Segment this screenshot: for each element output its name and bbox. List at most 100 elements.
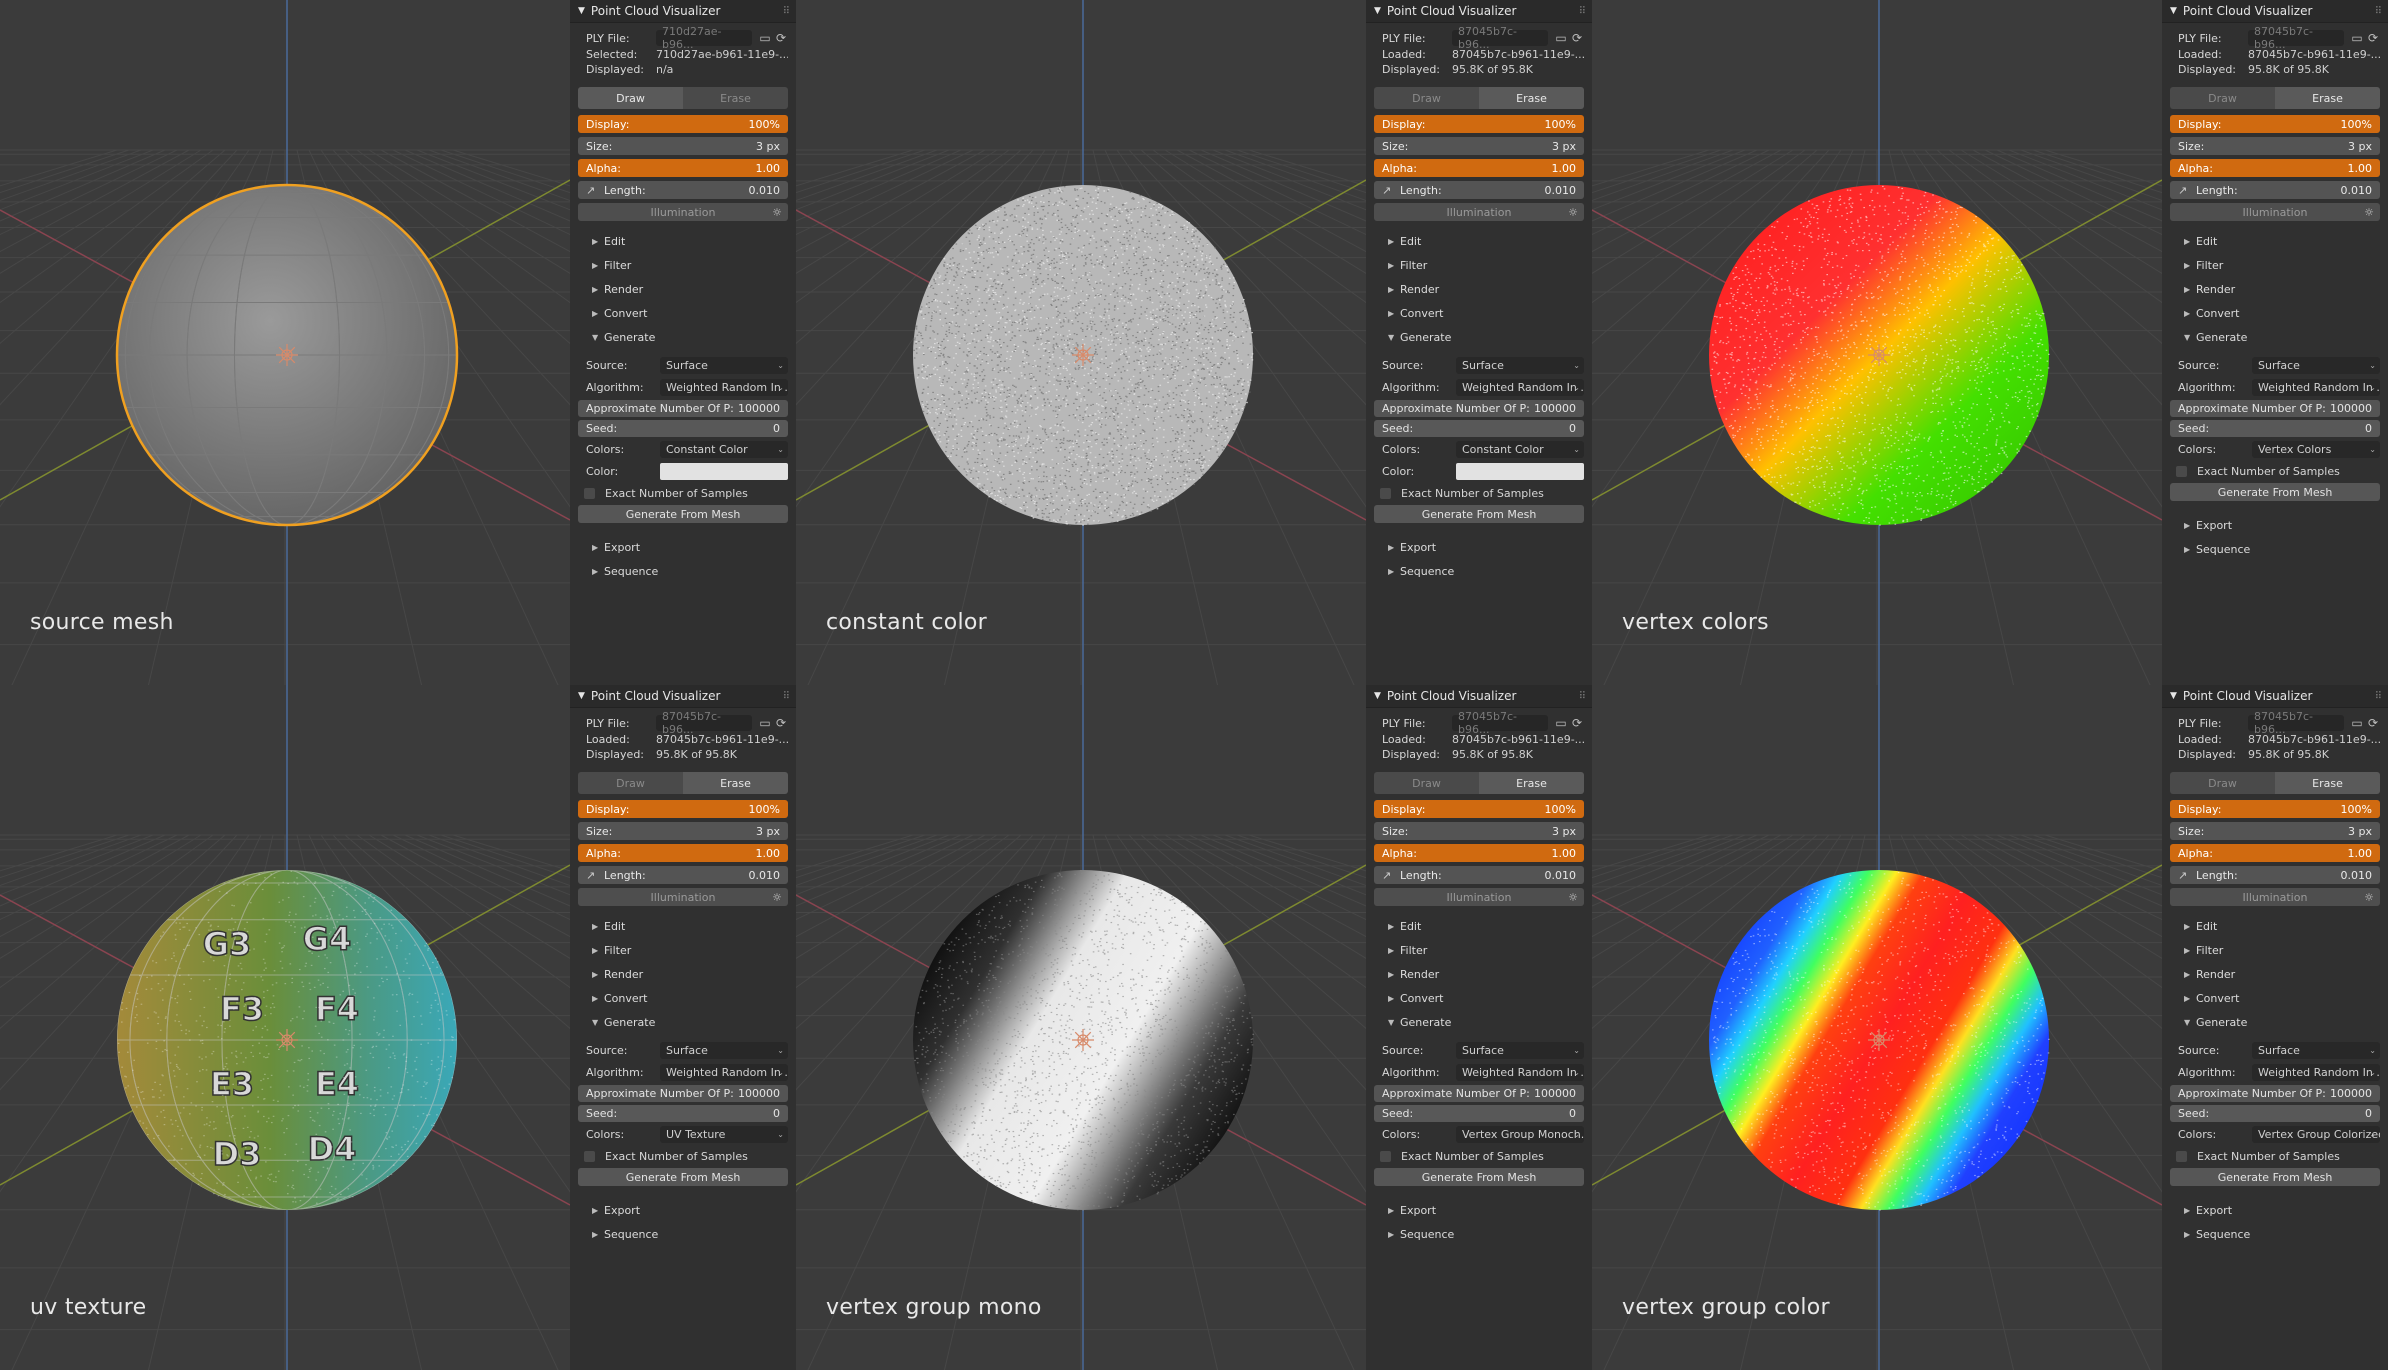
display-slider[interactable]: Display: 100% <box>1374 115 1584 133</box>
section-sequence[interactable]: ▶ Sequence <box>578 559 788 583</box>
colors-dropdown[interactable]: Vertex Group Monoch... ⌄ <box>1456 1125 1584 1143</box>
exact-samples-checkbox[interactable]: Exact Number of Samples <box>578 483 788 503</box>
generate-from-mesh-button[interactable]: Generate From Mesh <box>578 1168 788 1186</box>
algorithm-dropdown[interactable]: Weighted Random In ... ⌄ <box>1456 1063 1584 1081</box>
approx-number-field[interactable]: Approximate Number Of P: 100000 <box>578 400 788 417</box>
algorithm-dropdown[interactable]: Weighted Random In ... ⌄ <box>660 1063 788 1081</box>
section-generate[interactable]: ▼ Generate <box>1374 1010 1584 1034</box>
color-swatch[interactable] <box>660 462 788 480</box>
checkbox-box[interactable] <box>2176 1150 2187 1162</box>
folder-icon[interactable]: ▭ <box>1554 716 1568 730</box>
source-dropdown[interactable]: Surface ⌄ <box>2252 1041 2380 1059</box>
viewport-3d[interactable]: vertex group mono <box>796 685 1366 1370</box>
reload-icon[interactable]: ⟳ <box>774 716 788 730</box>
checkbox-box[interactable] <box>1380 487 1391 499</box>
tab-draw[interactable]: Draw <box>1374 87 1479 109</box>
section-generate[interactable]: ▼ Generate <box>2170 1010 2380 1034</box>
tab-erase[interactable]: Erase <box>2275 772 2380 794</box>
section-sequence[interactable]: ▶ Sequence <box>578 1222 788 1246</box>
source-dropdown[interactable]: Surface ⌄ <box>660 1041 788 1059</box>
reload-icon[interactable]: ⟳ <box>774 31 788 45</box>
length-slider[interactable]: ↗ Length: 0.010 <box>578 866 788 884</box>
drag-grip-icon[interactable]: ⠿ <box>2375 691 2382 702</box>
source-dropdown[interactable]: Surface ⌄ <box>1456 1041 1584 1059</box>
section-edit[interactable]: ▶ Edit <box>578 914 788 938</box>
illumination-toggle[interactable]: Illumination ☼ <box>1374 888 1584 906</box>
section-filter[interactable]: ▶ Filter <box>578 938 788 962</box>
light-icon[interactable]: ☼ <box>772 206 782 219</box>
seed-field[interactable]: Seed: 0 <box>578 1105 788 1122</box>
section-export[interactable]: ▶ Export <box>1374 535 1584 559</box>
seed-field[interactable]: Seed: 0 <box>578 420 788 437</box>
section-export[interactable]: ▶ Export <box>2170 513 2380 537</box>
display-slider[interactable]: Display: 100% <box>578 115 788 133</box>
section-export[interactable]: ▶ Export <box>1374 1198 1584 1222</box>
tab-erase[interactable]: Erase <box>2275 87 2380 109</box>
length-slider[interactable]: ↗ Length: 0.010 <box>2170 866 2380 884</box>
alpha-slider[interactable]: Alpha: 1.00 <box>578 159 788 177</box>
generate-from-mesh-button[interactable]: Generate From Mesh <box>578 505 788 523</box>
section-convert[interactable]: ▶ Convert <box>2170 986 2380 1010</box>
approx-number-field[interactable]: Approximate Number Of P: 100000 <box>2170 1085 2380 1102</box>
panel-header[interactable]: ▼ Point Cloud Visualizer ⠿ <box>2162 685 2388 708</box>
section-filter[interactable]: ▶ Filter <box>2170 253 2380 277</box>
ply-file-field[interactable]: 710d27ae-b96... <box>656 25 752 51</box>
folder-icon[interactable]: ▭ <box>1554 31 1568 45</box>
illumination-toggle[interactable]: Illumination ☼ <box>578 203 788 221</box>
collapse-arrow-icon[interactable]: ▼ <box>1374 6 1381 16</box>
folder-icon[interactable]: ▭ <box>2350 716 2364 730</box>
section-render[interactable]: ▶ Render <box>578 962 788 986</box>
reload-icon[interactable]: ⟳ <box>1570 31 1584 45</box>
section-convert[interactable]: ▶ Convert <box>1374 301 1584 325</box>
alpha-slider[interactable]: Alpha: 1.00 <box>2170 159 2380 177</box>
light-icon[interactable]: ☼ <box>1568 206 1578 219</box>
reload-icon[interactable]: ⟳ <box>1570 716 1584 730</box>
panel-header[interactable]: ▼ Point Cloud Visualizer ⠿ <box>1366 685 1592 708</box>
light-icon[interactable]: ☼ <box>2364 891 2374 904</box>
size-slider[interactable]: Size: 3 px <box>2170 822 2380 840</box>
section-edit[interactable]: ▶ Edit <box>1374 914 1584 938</box>
section-render[interactable]: ▶ Render <box>2170 962 2380 986</box>
collapse-arrow-icon[interactable]: ▼ <box>578 691 585 701</box>
collapse-arrow-icon[interactable]: ▼ <box>2170 6 2177 16</box>
tab-erase[interactable]: Erase <box>1479 772 1584 794</box>
panel-header[interactable]: ▼ Point Cloud Visualizer ⠿ <box>570 0 796 23</box>
tab-draw[interactable]: Draw <box>2170 772 2275 794</box>
checkbox-box[interactable] <box>584 487 595 499</box>
section-render[interactable]: ▶ Render <box>2170 277 2380 301</box>
checkbox-box[interactable] <box>1380 1150 1391 1162</box>
checkbox-box[interactable] <box>584 1150 595 1162</box>
section-convert[interactable]: ▶ Convert <box>2170 301 2380 325</box>
section-filter[interactable]: ▶ Filter <box>2170 938 2380 962</box>
light-icon[interactable]: ☼ <box>772 891 782 904</box>
ply-file-field[interactable]: 87045b7c-b96... <box>656 710 752 736</box>
section-filter[interactable]: ▶ Filter <box>578 253 788 277</box>
exact-samples-checkbox[interactable]: Exact Number of Samples <box>578 1146 788 1166</box>
section-export[interactable]: ▶ Export <box>578 1198 788 1222</box>
illumination-toggle[interactable]: Illumination ☼ <box>2170 888 2380 906</box>
checkbox-box[interactable] <box>2176 465 2187 477</box>
display-slider[interactable]: Display: 100% <box>578 800 788 818</box>
illumination-toggle[interactable]: Illumination ☼ <box>1374 203 1584 221</box>
drag-grip-icon[interactable]: ⠿ <box>1579 691 1586 702</box>
illumination-toggle[interactable]: Illumination ☼ <box>2170 203 2380 221</box>
normals-toggle-icon[interactable]: ↗ <box>586 184 604 197</box>
section-render[interactable]: ▶ Render <box>578 277 788 301</box>
size-slider[interactable]: Size: 3 px <box>2170 137 2380 155</box>
colors-dropdown[interactable]: Vertex Colors ⌄ <box>2252 440 2380 458</box>
size-slider[interactable]: Size: 3 px <box>1374 822 1584 840</box>
reload-icon[interactable]: ⟳ <box>2366 716 2380 730</box>
tab-draw[interactable]: Draw <box>578 772 683 794</box>
viewport-3d[interactable]: source mesh <box>0 0 570 685</box>
tab-draw[interactable]: Draw <box>1374 772 1479 794</box>
section-generate[interactable]: ▼ Generate <box>578 1010 788 1034</box>
algorithm-dropdown[interactable]: Weighted Random In ... ⌄ <box>2252 378 2380 396</box>
panel-header[interactable]: ▼ Point Cloud Visualizer ⠿ <box>570 685 796 708</box>
alpha-slider[interactable]: Alpha: 1.00 <box>1374 844 1584 862</box>
drag-grip-icon[interactable]: ⠿ <box>783 691 790 702</box>
illumination-toggle[interactable]: Illumination ☼ <box>578 888 788 906</box>
tab-draw[interactable]: Draw <box>578 87 683 109</box>
colors-dropdown[interactable]: Vertex Group Colorized ⌄ <box>2252 1125 2380 1143</box>
display-slider[interactable]: Display: 100% <box>2170 115 2380 133</box>
source-dropdown[interactable]: Surface ⌄ <box>660 356 788 374</box>
